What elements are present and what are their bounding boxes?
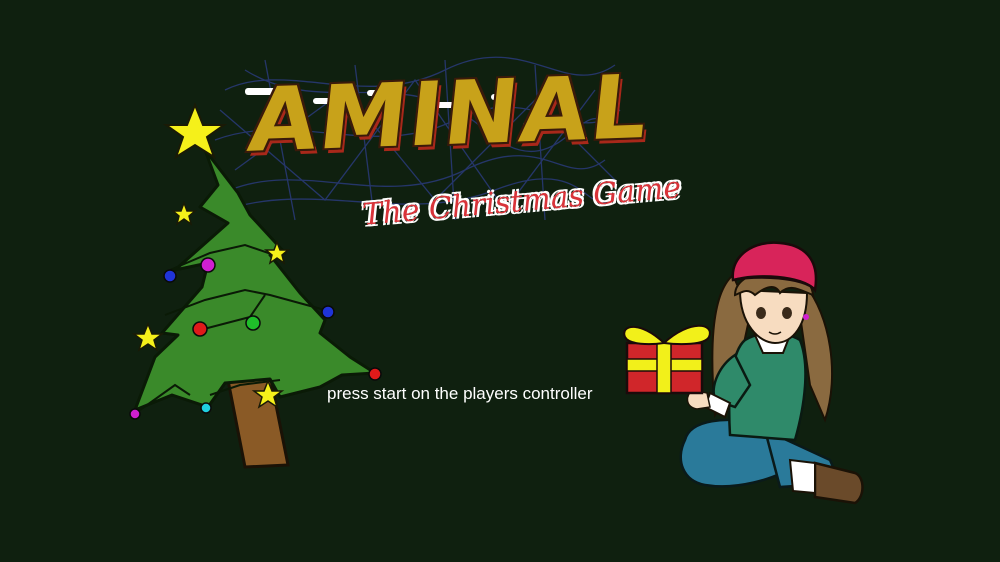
tree-top-star	[162, 102, 228, 160]
press-start-prompt: press start on the players controller	[327, 384, 593, 403]
girl-holding-gift-illustration	[623, 241, 864, 505]
title-screen: AMINAL The Christmas Game press start on…	[0, 0, 1000, 562]
christmas-tree-illustration	[129, 102, 382, 469]
gift-box	[623, 324, 711, 395]
